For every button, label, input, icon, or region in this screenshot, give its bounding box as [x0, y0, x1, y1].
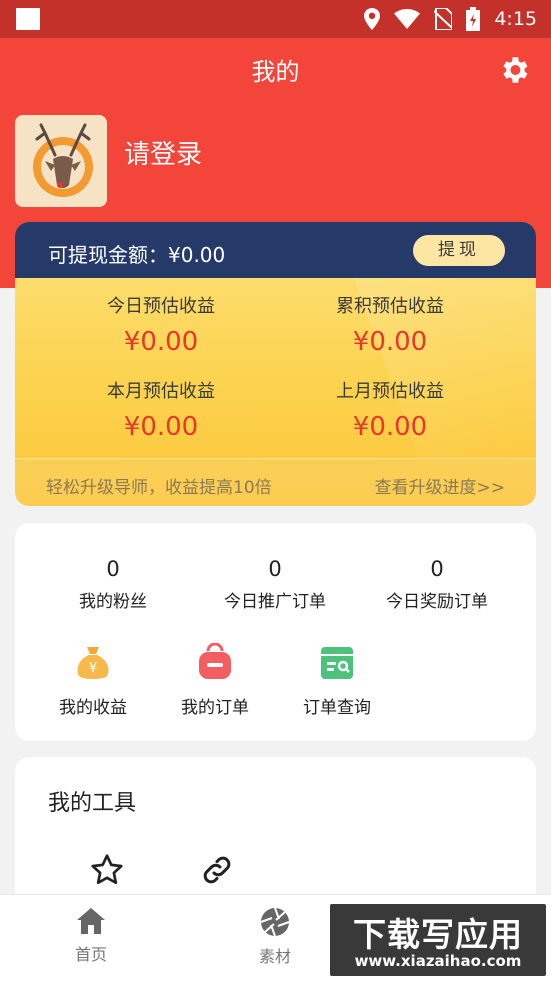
- order-search-icon: [321, 647, 353, 679]
- month-estimate-value: ¥0.00: [123, 412, 199, 442]
- link-icon[interactable]: [199, 852, 235, 888]
- svg-text:¥: ¥: [89, 661, 97, 676]
- order-search-button[interactable]: 订单查询: [282, 643, 392, 718]
- star-icon[interactable]: [89, 852, 125, 888]
- my-earnings-button[interactable]: ¥ 我的收益: [38, 643, 148, 718]
- upgrade-progress-link[interactable]: 查看升级进度>>: [375, 473, 506, 498]
- status-time: 4:15: [494, 8, 537, 30]
- total-estimate-value: ¥0.00: [352, 327, 428, 357]
- last-month-estimate-label: 上月预估收益: [336, 381, 444, 402]
- earnings-card: 可提现金额：¥0.00 提现 今日预估收益 ¥0.00 累积预估收益 ¥0.00…: [15, 222, 536, 506]
- money-bag-icon: ¥: [77, 647, 109, 679]
- fans-count[interactable]: 0: [28, 557, 198, 581]
- my-earnings-label: 我的收益: [59, 698, 127, 718]
- aperture-icon: [260, 907, 290, 937]
- home-icon: [77, 908, 105, 934]
- wifi-icon: [394, 9, 421, 29]
- battery-icon: [466, 7, 481, 31]
- promo-orders-count[interactable]: 0: [190, 557, 360, 581]
- order-icon: [199, 642, 231, 679]
- last-month-estimate-value: ¥0.00: [352, 412, 428, 442]
- page-title: 我的: [251, 58, 300, 86]
- watermark-title: 下载写应用: [353, 915, 523, 954]
- month-estimate-label: 本月预估收益: [107, 381, 215, 402]
- login-link[interactable]: 请登录: [124, 134, 202, 171]
- promo-orders-label[interactable]: 今日推广订单: [190, 587, 360, 612]
- status-icons: 4:15: [364, 7, 537, 31]
- tools-panel: 我的工具: [15, 757, 536, 917]
- order-search-label: 订单查询: [303, 698, 371, 718]
- total-estimate-label: 累积预估收益: [336, 296, 444, 317]
- fans-label[interactable]: 我的粉丝: [28, 587, 198, 612]
- avatar[interactable]: [15, 115, 107, 207]
- tools-title: 我的工具: [48, 791, 137, 816]
- deer-logo-icon: [33, 123, 93, 197]
- nav-home-label: 首页: [74, 945, 107, 964]
- status-bar: 4:15: [0, 0, 551, 38]
- today-estimate-label: 今日预估收益: [107, 296, 215, 317]
- today-estimate-value: ¥0.00: [123, 327, 199, 357]
- stats-panel: 0 我的粉丝 0 今日推广订单 0 今日奖励订单 ¥ 我的收益 我的订单 订单查…: [15, 523, 536, 741]
- no-sim-icon: [434, 8, 453, 30]
- withdraw-bar: 可提现金额：¥0.00 提现: [15, 222, 536, 278]
- watermark-url: www.xiazaihao.com: [354, 952, 522, 970]
- gear-icon[interactable]: [497, 53, 531, 87]
- reward-orders-label[interactable]: 今日奖励订单: [352, 587, 522, 612]
- nav-material-label: 素材: [258, 947, 291, 966]
- nav-home[interactable]: 首页: [41, 907, 141, 965]
- location-icon: [364, 8, 381, 30]
- notification-square-icon: [16, 8, 40, 30]
- my-orders-label: 我的订单: [181, 698, 249, 718]
- upgrade-tip: 轻松升级导师，收益提高10倍: [46, 478, 272, 498]
- withdrawable-amount: 可提现金额：¥0.00: [48, 243, 226, 267]
- reward-orders-count[interactable]: 0: [352, 557, 522, 581]
- withdraw-button[interactable]: 提现: [413, 235, 505, 266]
- watermark: 下载写应用 www.xiazaihao.com: [330, 904, 546, 976]
- nav-material[interactable]: 素材: [225, 907, 325, 967]
- my-orders-button[interactable]: 我的订单: [160, 642, 270, 718]
